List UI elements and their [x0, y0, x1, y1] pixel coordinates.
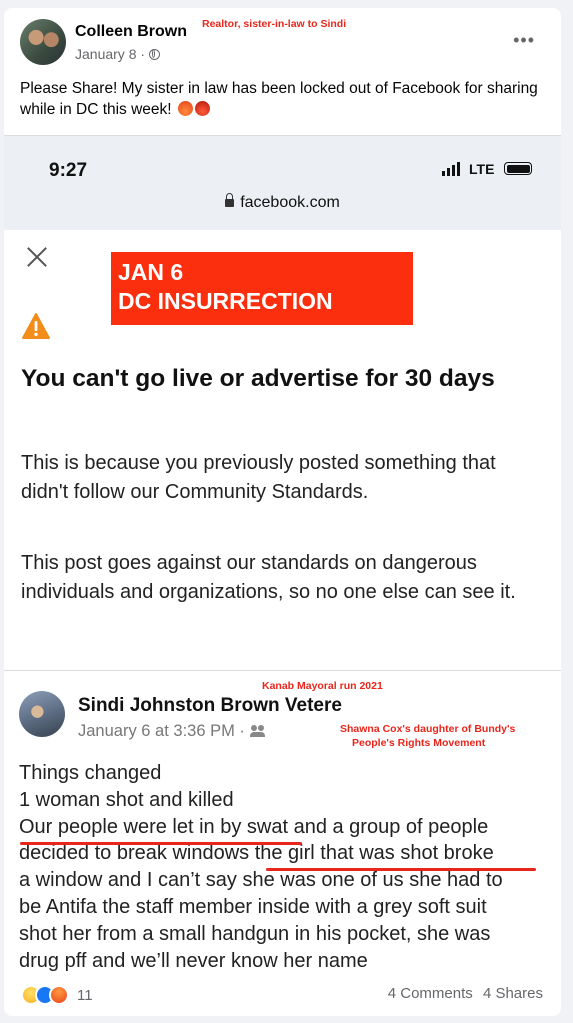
lock-icon — [225, 193, 235, 207]
address-bar: facebook.com — [4, 193, 561, 212]
post-text-content: Please Share! My sister in law has been … — [20, 80, 538, 118]
shared-line: Our people were let in by swat and a gro… — [19, 815, 489, 838]
post-date[interactable]: January 8 · — [75, 46, 145, 62]
post-meta: January 8 · — [75, 46, 161, 62]
avatar[interactable] — [20, 19, 66, 65]
stamp-line-2: DC INSURRECTION — [118, 288, 333, 314]
red-underline — [20, 842, 302, 845]
post-card: Colleen Brown January 8 · Realtor, siste… — [4, 8, 561, 1016]
red-underline — [266, 868, 536, 871]
divider — [4, 670, 561, 671]
shared-avatar — [19, 691, 65, 737]
shared-line: be Antifa the staff member inside with a… — [19, 895, 487, 918]
shared-line: shot her from a small handgun in his poc… — [19, 922, 491, 945]
shared-line: a window and I can’t say she was one of … — [19, 869, 503, 892]
post-text: Please Share! My sister in law has been … — [20, 78, 550, 120]
stamp-line-1: JAN 6 — [118, 259, 184, 285]
reaction-summary[interactable]: 11 — [21, 985, 93, 1005]
post-author[interactable]: Colleen Brown — [75, 23, 187, 41]
shared-author: Sindi Johnston Brown Vetere — [78, 695, 342, 716]
shared-line: drug pff and we’ll never know her name — [19, 949, 368, 972]
insurrection-label: JAN 6 DC INSURRECTION — [111, 252, 413, 325]
more-options-icon[interactable]: ••• — [513, 30, 535, 51]
annotation-mayoral: Kanab Mayoral run 2021 — [262, 680, 383, 692]
close-icon — [24, 244, 50, 270]
annotation-family-line-2: People's Rights Movement — [352, 737, 486, 749]
network-label: LTE — [469, 161, 495, 177]
engagement-stats: 4 Comments 4 Shares — [382, 985, 543, 1002]
angry-reaction-icon — [49, 985, 69, 1005]
battery-icon — [504, 162, 532, 175]
url-text: facebook.com — [240, 194, 340, 211]
annotation-family: Shawna Cox's daughter of Bundy's People'… — [340, 722, 515, 750]
comments-link[interactable]: 4 Comments — [388, 985, 473, 1002]
annotation-realtor: Realtor, sister-in-law to Sindi — [202, 18, 347, 30]
reaction-count: 11 — [77, 986, 93, 1004]
embedded-screenshot[interactable]: 9:27 LTE facebook.com JAN 6 DC INSURRECT… — [4, 135, 561, 673]
angry-face-icon — [177, 101, 193, 116]
shares-link[interactable]: 4 Shares — [483, 985, 543, 1002]
restriction-detail: This post goes against our standards on … — [21, 552, 516, 603]
shared-line: 1 woman shot and killed — [19, 788, 234, 811]
signal-icon — [442, 162, 460, 176]
shared-date: January 6 at 3:36 PM · — [78, 722, 250, 740]
shared-line: Things changed — [19, 762, 162, 784]
status-time: 9:27 — [49, 160, 88, 181]
annotation-family-line-1: Shawna Cox's daughter of Bundy's — [340, 723, 516, 735]
restriction-heading: You can't go live or advertise for 30 da… — [21, 365, 495, 392]
warning-icon — [22, 313, 50, 339]
restriction-reason: This is because you previously posted so… — [21, 452, 496, 503]
friends-icon — [249, 725, 266, 737]
shared-meta: January 6 at 3:36 PM · — [78, 722, 266, 741]
cursing-face-icon — [194, 101, 210, 116]
globe-icon — [149, 48, 161, 60]
phone-status-bar: 9:27 LTE facebook.com — [4, 136, 561, 230]
